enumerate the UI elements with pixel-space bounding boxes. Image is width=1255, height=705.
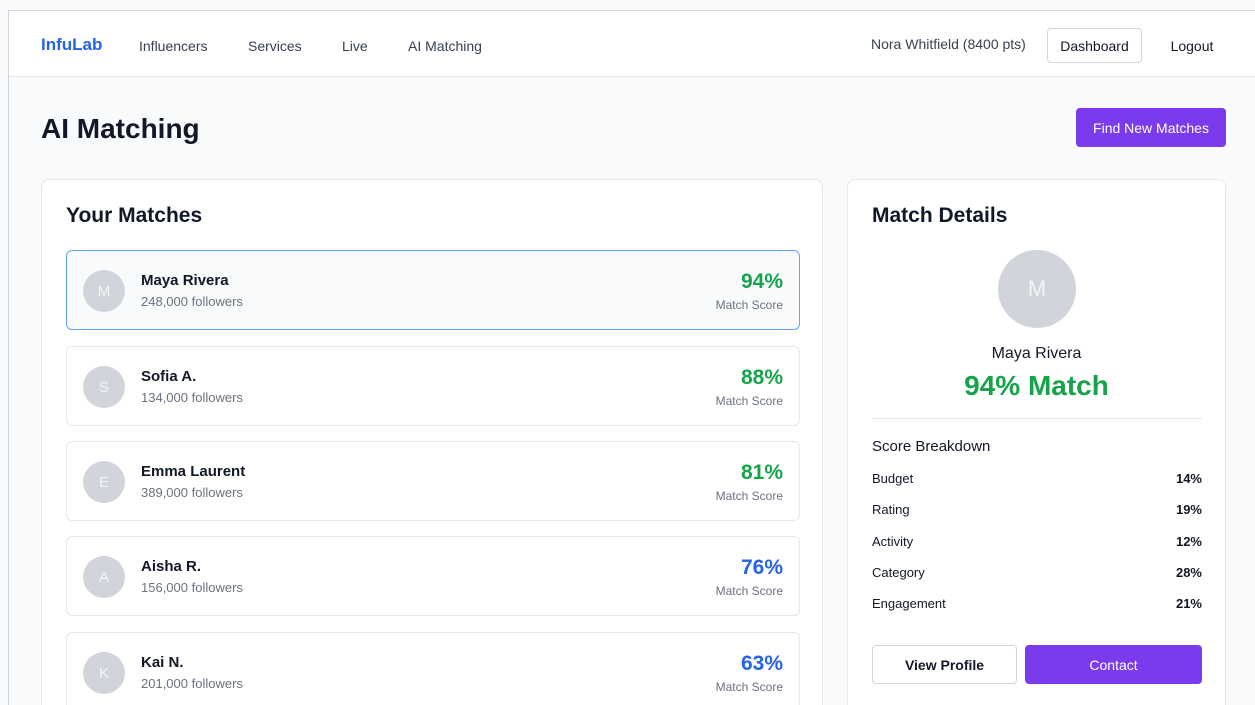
detail-name: Maya Rivera — [991, 345, 1082, 362]
avatar: M — [83, 270, 125, 312]
dashboard-button[interactable]: Dashboard — [1047, 28, 1142, 63]
contact-button[interactable]: Contact — [1025, 645, 1202, 684]
nav-link-live[interactable]: Live — [342, 38, 368, 54]
app-frame: InfuLab Influencers Services Live AI Mat… — [8, 10, 1255, 705]
avatar: K — [83, 652, 125, 694]
nav-link-influencers[interactable]: Influencers — [139, 38, 207, 54]
match-name: Maya Rivera — [141, 272, 229, 289]
match-name: Aisha R. — [141, 558, 202, 575]
matches-panel: Your Matches M Maya Rivera 248,000 follo… — [41, 179, 823, 705]
breakdown-value: 19% — [1175, 502, 1202, 517]
breakdown-row-category: Category 28% — [872, 565, 1202, 585]
match-followers: 134,000 followers — [141, 390, 243, 405]
match-score-label: Match Score — [715, 394, 783, 408]
breakdown-value: 28% — [1175, 565, 1202, 580]
match-item-kai-n[interactable]: K Kai N. 201,000 followers 63% Match Sco… — [66, 632, 800, 705]
breakdown-value: 21% — [1175, 596, 1202, 611]
user-points-label: Nora Whitfield (8400 pts) — [871, 36, 1026, 52]
view-profile-button[interactable]: View Profile — [872, 645, 1017, 684]
match-name: Sofia A. — [141, 368, 197, 385]
match-followers: 156,000 followers — [141, 580, 243, 595]
match-score: 76% — [740, 556, 783, 579]
find-new-matches-button[interactable]: Find New Matches — [1076, 108, 1226, 147]
breakdown-row-budget: Budget 14% — [872, 471, 1202, 491]
match-score: 63% — [740, 652, 783, 675]
divider — [872, 418, 1202, 419]
breakdown-label: Engagement — [872, 596, 946, 611]
nav-link-services[interactable]: Services — [248, 38, 302, 54]
avatar: M — [998, 250, 1076, 328]
match-item-sofia-a[interactable]: S Sofia A. 134,000 followers 88% Match S… — [66, 346, 800, 426]
breakdown-label: Category — [872, 565, 925, 580]
avatar: E — [83, 461, 125, 503]
match-score-label: Match Score — [715, 298, 783, 312]
details-title: Match Details — [872, 204, 1008, 227]
match-name: Emma Laurent — [141, 463, 246, 480]
match-score: 81% — [740, 461, 783, 484]
match-item-emma-laurent[interactable]: E Emma Laurent 389,000 followers 81% Mat… — [66, 441, 800, 521]
breakdown-label: Activity — [872, 534, 914, 549]
breakdown-row-activity: Activity 12% — [872, 534, 1202, 554]
match-item-aisha-r[interactable]: A Aisha R. 156,000 followers 76% Match S… — [66, 536, 800, 616]
detail-match-score: 94% Match — [964, 370, 1109, 401]
match-score: 88% — [740, 366, 783, 389]
match-details-panel: Match Details M Maya Rivera 94% Match Sc… — [847, 179, 1226, 705]
breakdown-label: Budget — [872, 471, 914, 486]
breakdown-value: 12% — [1175, 534, 1202, 549]
match-followers: 201,000 followers — [141, 676, 243, 691]
match-score: 94% — [740, 270, 783, 293]
breakdown-row-rating: Rating 19% — [872, 502, 1202, 522]
breakdown-value: 14% — [1175, 471, 1202, 486]
breakdown-row-engagement: Engagement 21% — [872, 596, 1202, 616]
matches-title: Your Matches — [66, 204, 203, 227]
breakdown-label: Rating — [872, 502, 910, 517]
match-item-maya-rivera[interactable]: M Maya Rivera 248,000 followers 94% Matc… — [66, 250, 800, 330]
logout-button[interactable]: Logout — [1157, 28, 1227, 63]
score-breakdown-title: Score Breakdown — [872, 438, 991, 455]
match-followers: 248,000 followers — [141, 294, 243, 309]
match-followers: 389,000 followers — [141, 485, 243, 500]
match-score-label: Match Score — [715, 680, 783, 694]
avatar: S — [83, 366, 125, 408]
match-name: Kai N. — [141, 654, 184, 671]
page-title: AI Matching — [41, 113, 200, 144]
nav-link-ai-matching[interactable]: AI Matching — [408, 38, 482, 54]
brand-logo[interactable]: InfuLab — [41, 35, 102, 55]
match-score-label: Match Score — [715, 584, 783, 598]
top-navbar: InfuLab Influencers Services Live AI Mat… — [9, 11, 1255, 77]
match-score-label: Match Score — [715, 489, 783, 503]
avatar: A — [83, 556, 125, 598]
